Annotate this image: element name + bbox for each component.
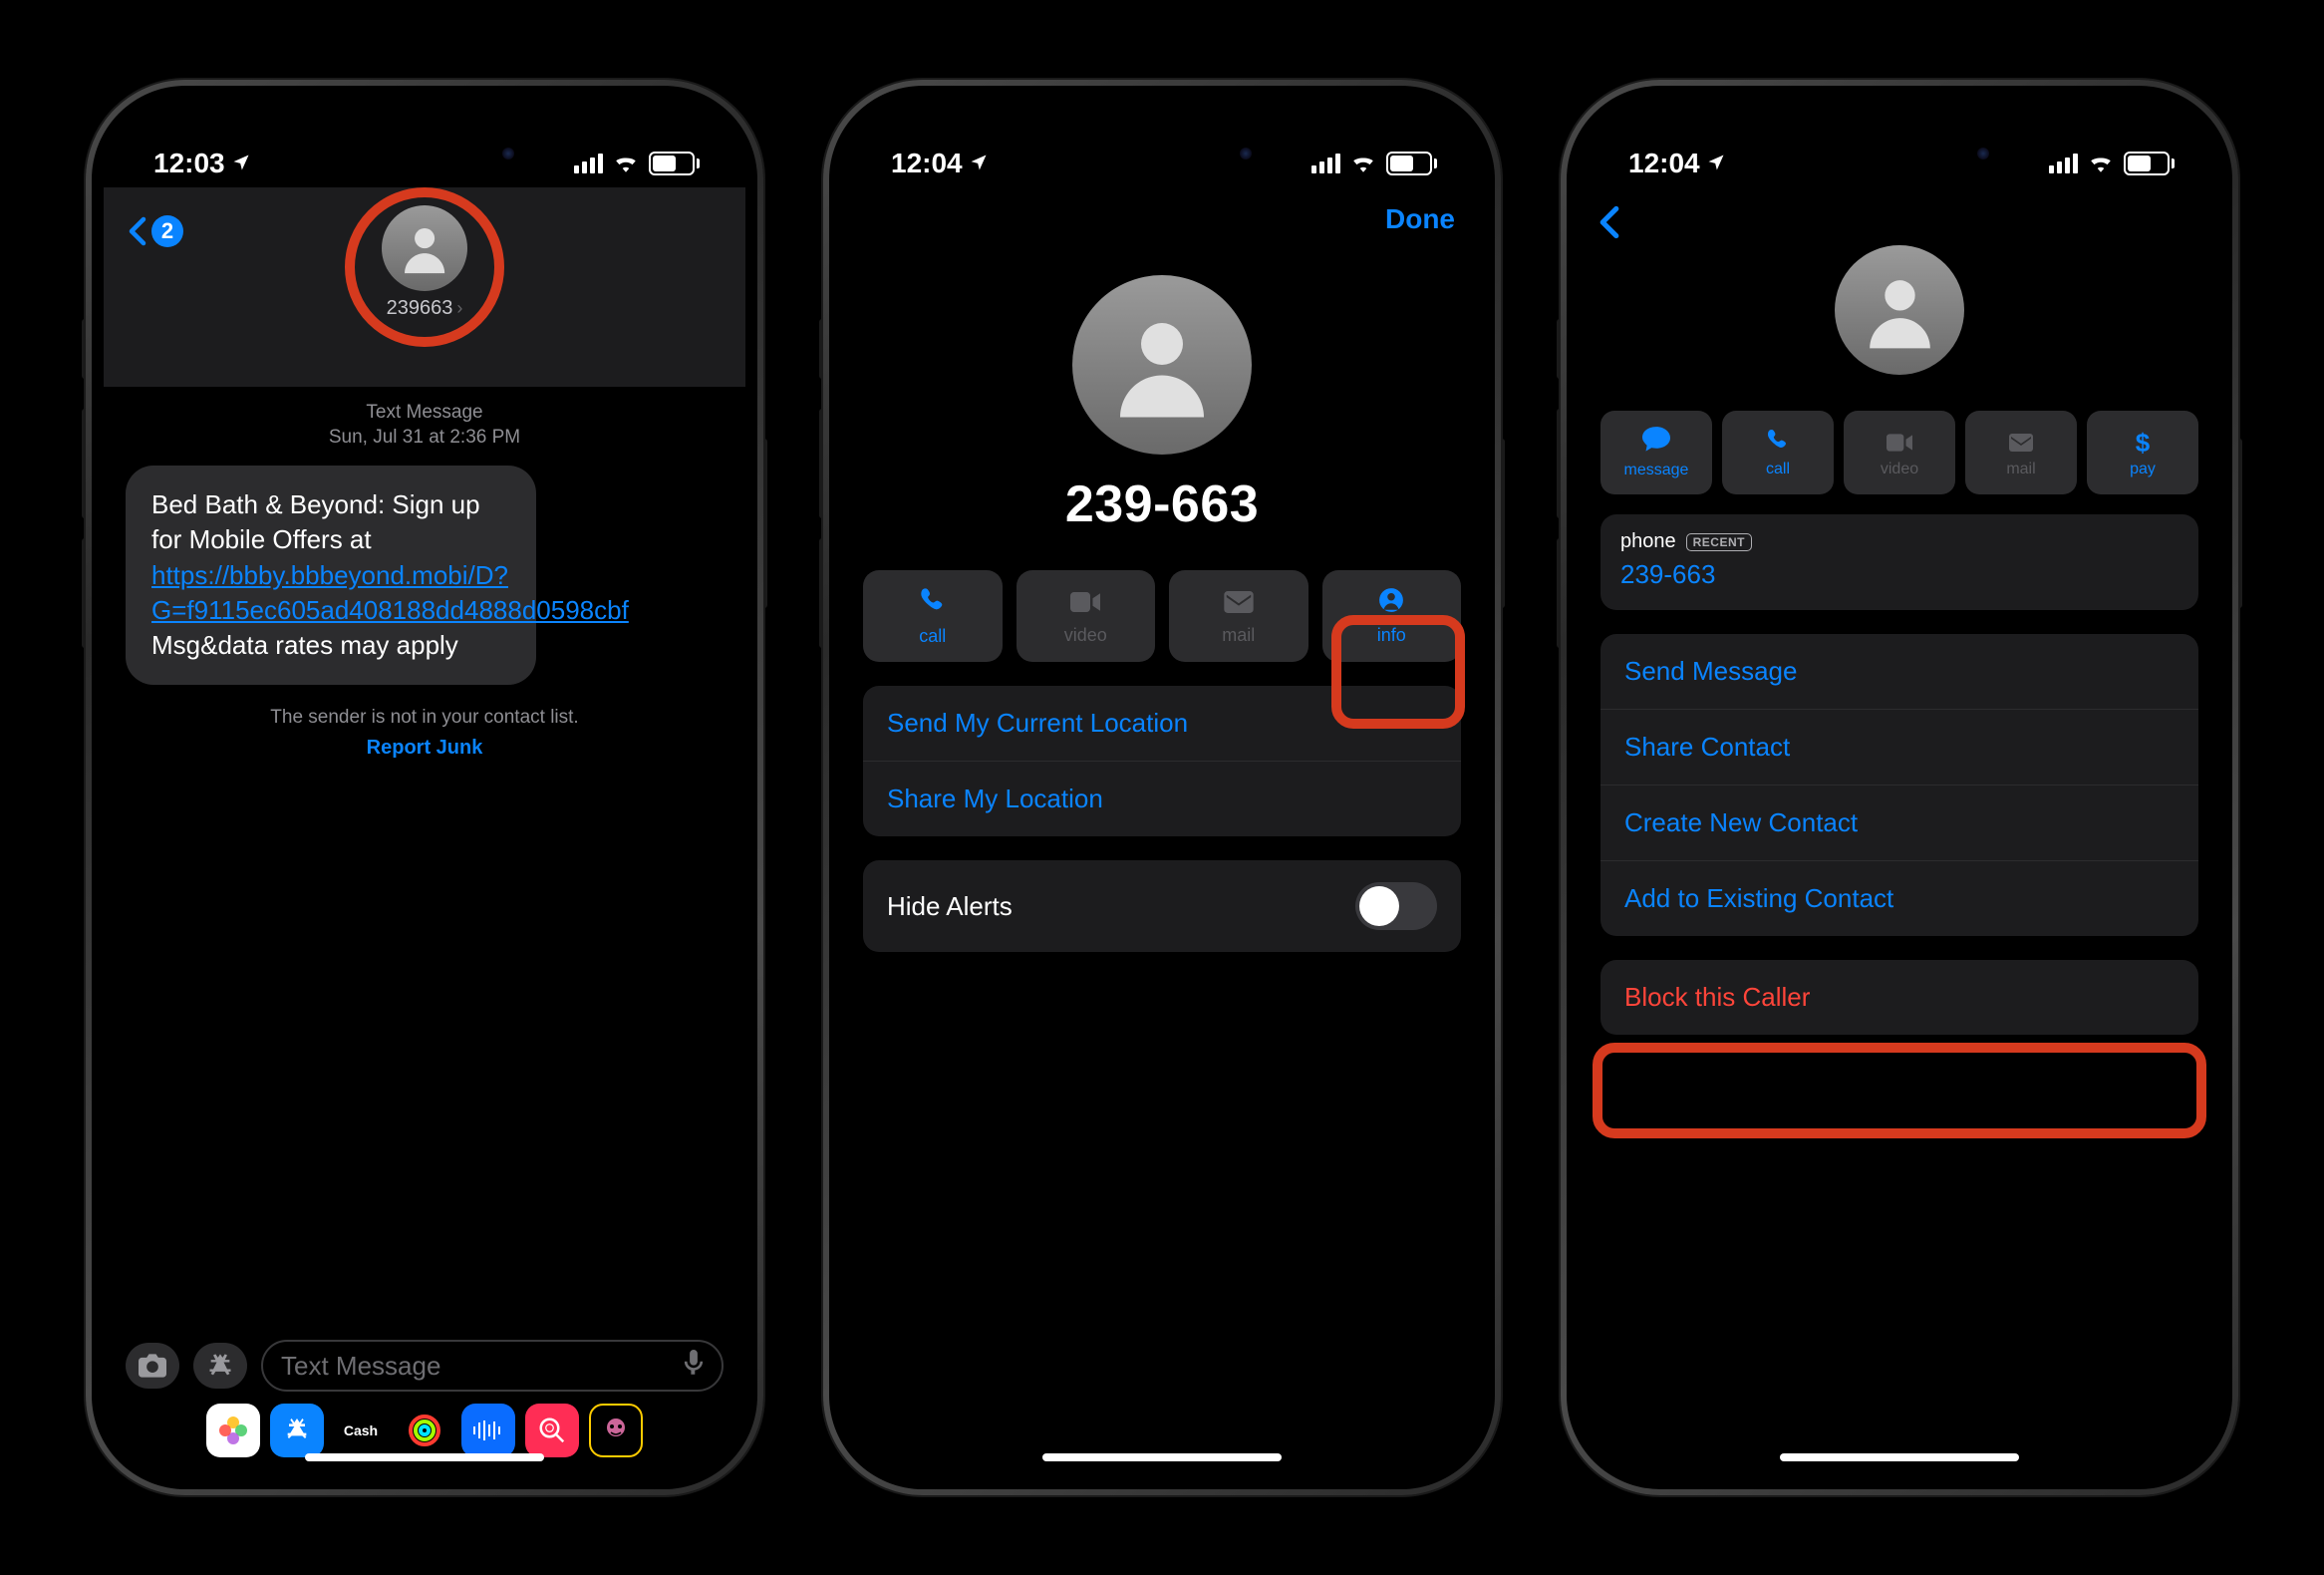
- dollar-icon: $: [2136, 428, 2150, 459]
- wifi-icon: [2088, 148, 2114, 179]
- dynamic-island: [317, 126, 532, 181]
- add-existing-row[interactable]: Add to Existing Contact: [1600, 861, 2198, 936]
- hide-alerts-toggle[interactable]: [1355, 882, 1437, 930]
- contact-actions-group: Send Message Share Contact Create New Co…: [1600, 634, 2198, 936]
- block-group: Block this Caller: [1600, 960, 2198, 1035]
- alerts-group: Hide Alerts: [863, 860, 1461, 952]
- message-link[interactable]: https://bbby.bbbeyond.mobi/D?G=f9115ec60…: [151, 560, 629, 625]
- contact-avatar: [1835, 245, 1964, 375]
- dynamic-island: [1792, 126, 2007, 181]
- unknown-sender-label: The sender is not in your contact list.: [104, 707, 745, 729]
- location-icon: [969, 148, 989, 179]
- phone-value[interactable]: 239-663: [1620, 559, 2179, 590]
- info-button[interactable]: info: [1322, 570, 1462, 662]
- unread-badge: 2: [151, 215, 183, 247]
- nav-bar: Done: [841, 187, 1483, 235]
- contact-avatar: [1072, 275, 1252, 455]
- phone-1: 12:03 54 2: [86, 80, 763, 1495]
- call-button[interactable]: call: [1722, 411, 1834, 494]
- battery-icon: 54: [2124, 152, 2175, 175]
- message-input[interactable]: Text Message: [261, 1340, 724, 1392]
- apple-cash-icon[interactable]: Cash: [334, 1404, 388, 1457]
- home-indicator[interactable]: [1780, 1453, 2019, 1461]
- mail-button[interactable]: mail: [1169, 570, 1308, 662]
- audio-app-icon[interactable]: [461, 1404, 515, 1457]
- home-indicator[interactable]: [305, 1453, 544, 1461]
- message-icon: [1642, 427, 1670, 460]
- contact-avatar[interactable]: [382, 205, 467, 291]
- status-time: 12:03: [153, 148, 225, 179]
- done-button[interactable]: Done: [1385, 203, 1455, 235]
- fitness-app-icon[interactable]: [398, 1404, 451, 1457]
- share-location-row[interactable]: Share My Location: [863, 762, 1461, 836]
- block-caller-row[interactable]: Block this Caller: [1600, 960, 2198, 1035]
- dynamic-island: [1054, 126, 1270, 181]
- hide-alerts-row[interactable]: Hide Alerts: [863, 860, 1461, 952]
- report-junk-button[interactable]: Report Junk: [104, 737, 745, 760]
- mail-icon: [1224, 587, 1254, 621]
- cellular-icon: [1311, 154, 1340, 173]
- search-app-icon[interactable]: [525, 1404, 579, 1457]
- compose-bar: Text Message: [104, 1340, 745, 1392]
- recent-badge: RECENT: [1686, 533, 1752, 551]
- send-location-row[interactable]: Send My Current Location: [863, 686, 1461, 762]
- video-icon: [1887, 428, 1912, 459]
- battery-icon: 54: [649, 152, 700, 175]
- back-button[interactable]: [1598, 205, 1620, 248]
- phone-2: 12:04 54 Done 239-663 call: [823, 80, 1501, 1495]
- memoji-icon[interactable]: [589, 1404, 643, 1457]
- create-contact-row[interactable]: Create New Contact: [1600, 786, 2198, 861]
- quick-actions: call video mail info: [841, 570, 1483, 662]
- status-time: 12:04: [891, 148, 963, 179]
- contact-name: 239-663: [841, 474, 1483, 534]
- video-icon: [1070, 587, 1100, 621]
- share-contact-row[interactable]: Share Contact: [1600, 710, 2198, 786]
- message-metadata: Text Message Sun, Jul 31 at 2:36 PM: [104, 401, 745, 450]
- status-time: 12:04: [1628, 148, 1700, 179]
- wifi-icon: [1350, 148, 1376, 179]
- wifi-icon: [613, 148, 639, 179]
- back-button[interactable]: 2: [128, 215, 183, 247]
- phone-3: 12:04 54 message call: [1561, 80, 2238, 1495]
- photos-app-icon[interactable]: [206, 1404, 260, 1457]
- mail-icon: [2008, 428, 2034, 459]
- appstore-app-icon[interactable]: [270, 1404, 324, 1457]
- quick-actions: message call video mail $ pay: [1579, 411, 2220, 494]
- mic-icon[interactable]: [684, 1350, 704, 1383]
- location-icon: [231, 148, 251, 179]
- video-button[interactable]: video: [1017, 570, 1156, 662]
- video-button[interactable]: video: [1844, 411, 1955, 494]
- send-message-row[interactable]: Send Message: [1600, 634, 2198, 710]
- pay-button[interactable]: $ pay: [2087, 411, 2198, 494]
- battery-icon: 54: [1386, 152, 1437, 175]
- phone-field[interactable]: phone RECENT 239-663: [1600, 514, 2198, 610]
- message-bubble[interactable]: Bed Bath & Beyond: Sign up for Mobile Of…: [126, 466, 536, 684]
- message-button[interactable]: message: [1600, 411, 1712, 494]
- appstore-button[interactable]: [193, 1343, 247, 1389]
- location-icon: [1706, 148, 1726, 179]
- cellular-icon: [574, 154, 603, 173]
- contact-name[interactable]: 239663›: [387, 297, 463, 320]
- conversation-header[interactable]: 2 239663›: [104, 187, 745, 387]
- cellular-icon: [2049, 154, 2078, 173]
- phone-icon: [1766, 428, 1790, 459]
- person-icon: [1378, 587, 1404, 621]
- phone-icon: [919, 586, 947, 622]
- call-button[interactable]: call: [863, 570, 1003, 662]
- home-indicator[interactable]: [1042, 1453, 1282, 1461]
- phone-label: phone: [1620, 530, 1676, 553]
- chevron-right-icon: ›: [456, 298, 462, 319]
- mail-button[interactable]: mail: [1965, 411, 2077, 494]
- location-group: Send My Current Location Share My Locati…: [863, 686, 1461, 836]
- placeholder-text: Text Message: [281, 1351, 440, 1382]
- camera-button[interactable]: [126, 1343, 179, 1389]
